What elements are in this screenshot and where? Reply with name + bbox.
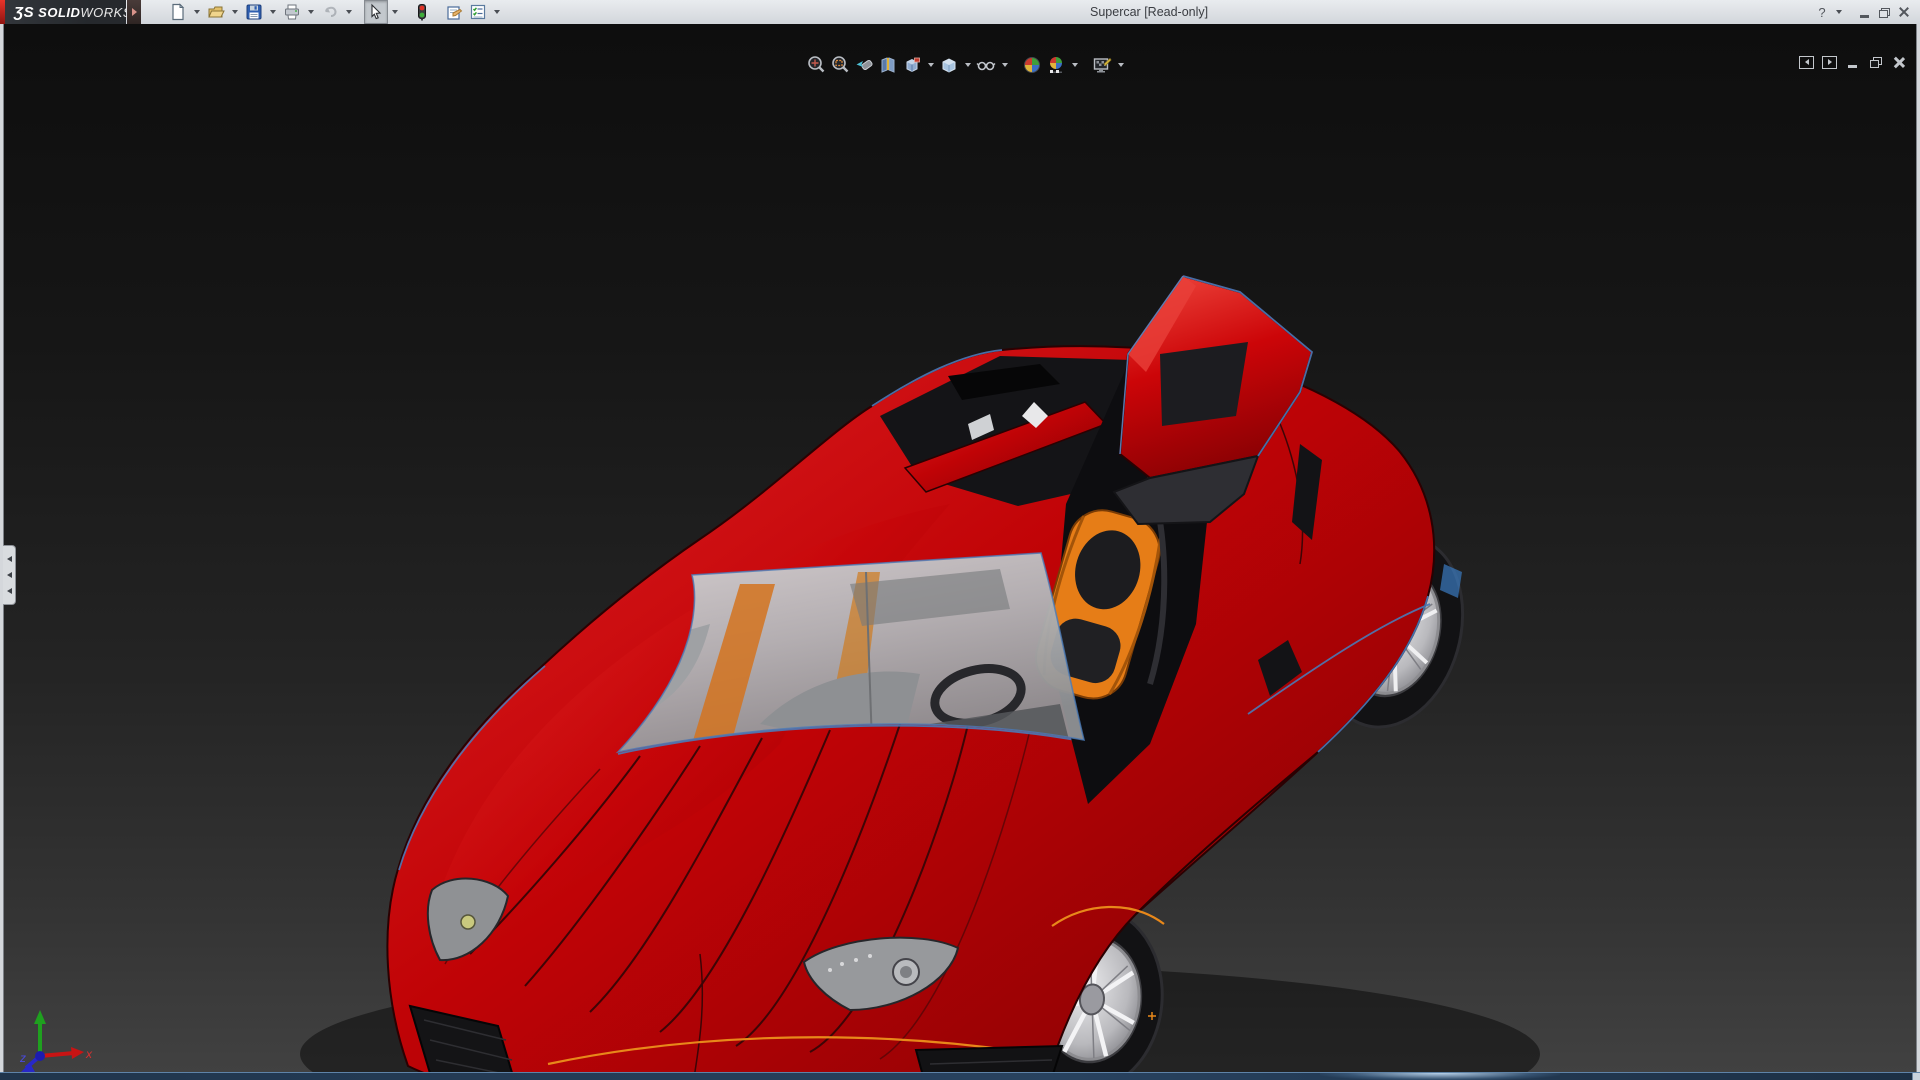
headsup-view-toolbar (804, 53, 1127, 77)
view-settings-button[interactable] (1090, 53, 1114, 77)
new-document-button[interactable] (166, 0, 190, 24)
doc-minimize-icon (1848, 65, 1857, 68)
edit-appearance-icon (1022, 55, 1042, 75)
window-frame-right (1916, 24, 1920, 1072)
triad-z-label: z (19, 1051, 26, 1065)
document-window-controls (1795, 53, 1910, 71)
help-button[interactable]: ? (1812, 2, 1832, 22)
hide-show-items-button[interactable] (974, 53, 998, 77)
section-view-icon (878, 55, 898, 75)
save-dropdown[interactable] (266, 1, 280, 23)
reference-triad: x z (18, 1006, 98, 1078)
brand-works: WORKS (80, 5, 132, 20)
menu-flyout-button[interactable] (127, 0, 141, 24)
hide-show-items-icon (976, 55, 996, 75)
taskbar-glow (1320, 1073, 1560, 1080)
new-document-icon (169, 3, 187, 21)
open-button[interactable] (204, 0, 228, 24)
dassault-logo-icon: ƷS (14, 4, 34, 21)
file-properties-button[interactable] (442, 0, 466, 24)
zoom-to-area-button[interactable] (828, 53, 852, 77)
view-orientation-button[interactable] (900, 53, 924, 77)
titlebar-controls: ? (1812, 0, 1914, 24)
display-style-button[interactable] (937, 53, 961, 77)
previous-view-button[interactable] (852, 53, 876, 77)
previous-view-icon (854, 55, 874, 75)
apply-scene-icon (1046, 55, 1066, 75)
model-view[interactable] (0, 48, 1920, 1080)
solidworks-window: ƷS SOLIDWORKS (0, 0, 1920, 1080)
save-button[interactable] (242, 0, 266, 24)
select-cursor-icon (367, 3, 385, 21)
collapse-arrow-icon (7, 588, 12, 594)
doc-close-button[interactable] (1887, 53, 1910, 71)
standard-toolbar (166, 0, 504, 24)
doc-restore-button[interactable] (1864, 53, 1887, 71)
title-bar: ƷS SOLIDWORKS (0, 0, 1920, 25)
open-icon (207, 3, 225, 21)
options-dropdown[interactable] (490, 1, 504, 23)
new-document-dropdown[interactable] (190, 1, 204, 23)
undo-dropdown[interactable] (342, 1, 356, 23)
help-dropdown[interactable] (1832, 1, 1846, 23)
section-view-button[interactable] (876, 53, 900, 77)
file-properties-icon (445, 3, 463, 21)
collapse-arrow-icon (7, 556, 12, 562)
logo-red-accent (0, 0, 5, 24)
print-button[interactable] (280, 0, 304, 24)
minimize-icon (1860, 15, 1869, 18)
display-style-icon (939, 55, 959, 75)
apply-scene-dropdown[interactable] (1068, 53, 1081, 77)
solidworks-logo: ƷSSOLIDWORKS (0, 0, 126, 24)
options-button[interactable] (466, 0, 490, 24)
doc-restore-icon (1870, 57, 1881, 67)
taskbar-sliver[interactable] (0, 1072, 1920, 1080)
flyout-arrow-icon (132, 8, 137, 16)
zoom-to-fit-icon (806, 55, 826, 75)
doc-minimize-button[interactable] (1841, 53, 1864, 71)
undo-button[interactable] (318, 0, 342, 24)
brand-solid: SOLID (38, 5, 80, 20)
hide-show-items-dropdown[interactable] (998, 53, 1011, 77)
right-pane-icon (1822, 56, 1837, 69)
close-icon (1899, 7, 1909, 17)
minimize-button[interactable] (1854, 2, 1874, 22)
graphics-viewport[interactable]: x z *Dimetric (0, 24, 1920, 1072)
apply-scene-button[interactable] (1044, 53, 1068, 77)
window-title: Supercar [Read-only] (1090, 5, 1208, 19)
print-icon (283, 3, 301, 21)
select-button[interactable] (364, 0, 388, 24)
doc-close-icon (1893, 57, 1904, 68)
options-checklist-icon (469, 3, 487, 21)
close-button[interactable] (1894, 2, 1914, 22)
display-style-dropdown[interactable] (961, 53, 974, 77)
zoom-to-area-icon (830, 55, 850, 75)
view-settings-dropdown[interactable] (1114, 53, 1127, 77)
restore-button[interactable] (1874, 2, 1894, 22)
left-pane-icon (1799, 56, 1814, 69)
view-settings-icon (1092, 55, 1112, 75)
print-dropdown[interactable] (304, 1, 318, 23)
show-right-pane-button[interactable] (1818, 53, 1841, 71)
featuremanager-flyout-tab[interactable] (3, 545, 16, 605)
triad-x-label: x (85, 1047, 93, 1061)
restore-icon (1879, 8, 1889, 17)
view-orientation-icon (902, 55, 922, 75)
edit-appearance-button[interactable] (1020, 53, 1044, 77)
rebuild-button[interactable] (410, 0, 434, 24)
undo-icon (321, 3, 339, 21)
collapse-arrow-icon (7, 572, 12, 578)
zoom-to-fit-button[interactable] (804, 53, 828, 77)
save-icon (245, 3, 263, 21)
select-dropdown[interactable] (388, 1, 402, 23)
show-desktop-sliver[interactable] (1912, 1073, 1920, 1080)
show-left-pane-button[interactable] (1795, 53, 1818, 71)
open-dropdown[interactable] (228, 1, 242, 23)
view-orientation-dropdown[interactable] (924, 53, 937, 77)
rebuild-traffic-light-icon (413, 3, 431, 21)
